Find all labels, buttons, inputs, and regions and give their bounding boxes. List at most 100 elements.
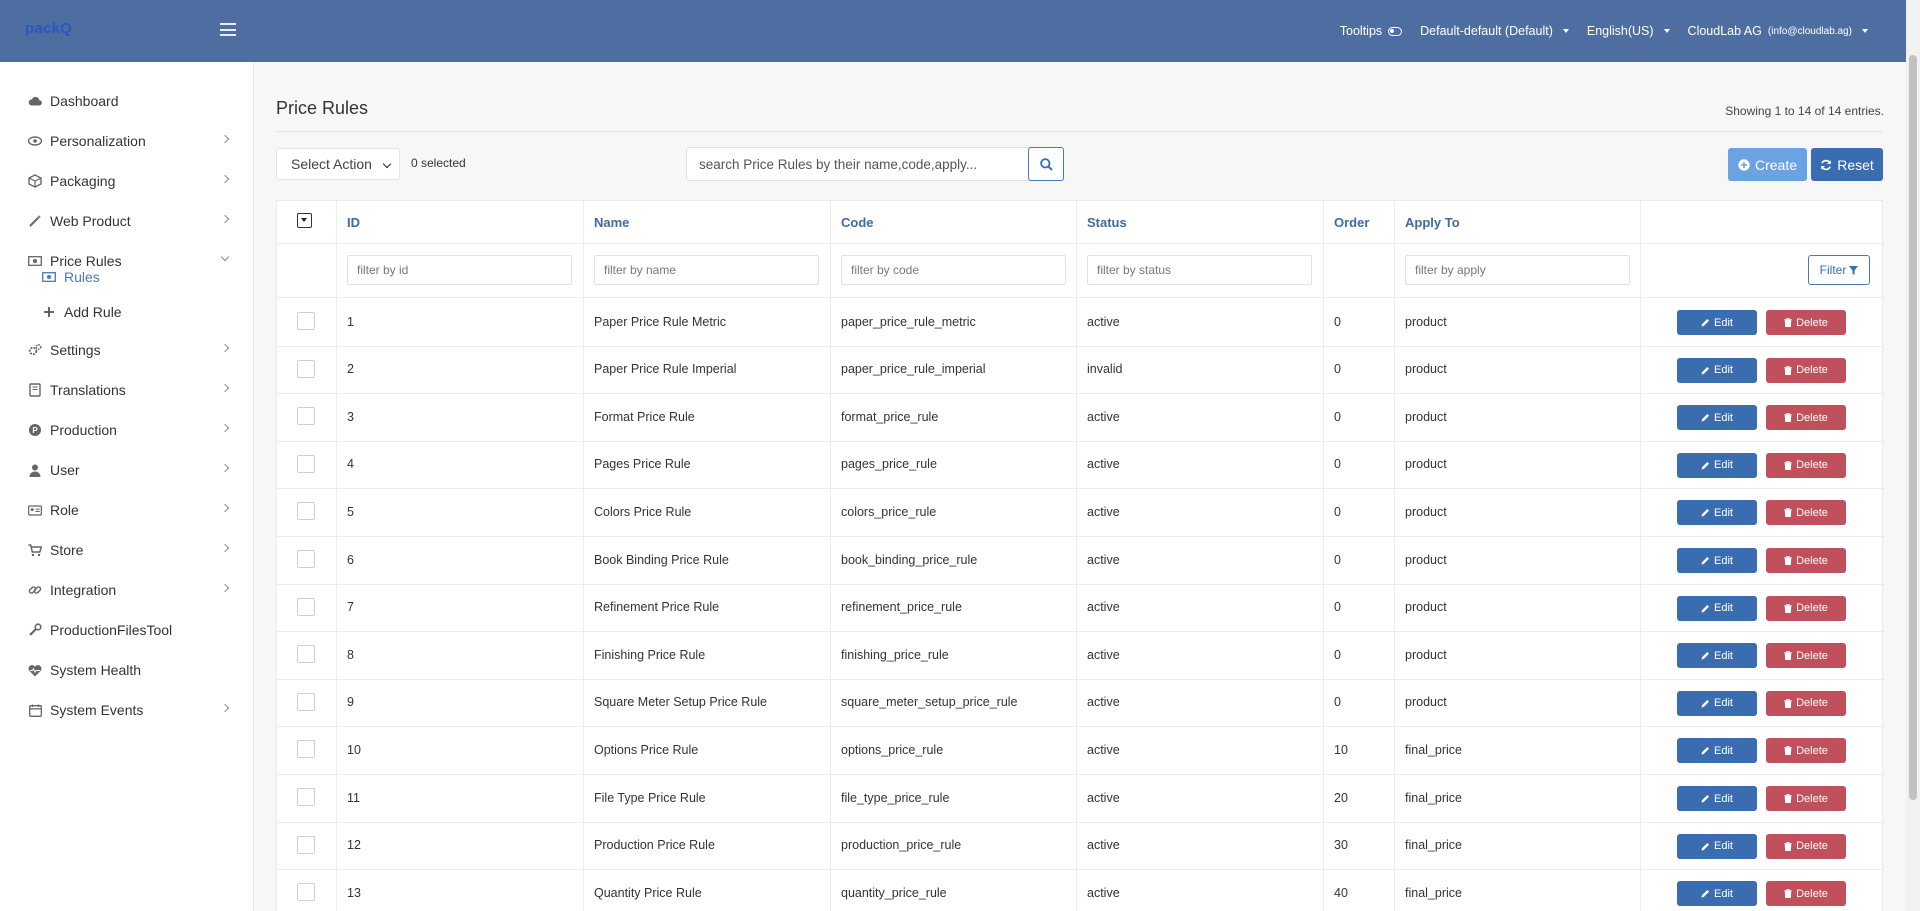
- sidebar-item-production-files-tool[interactable]: ProductionFilesTool: [0, 610, 254, 650]
- table-row: 3 Format Price Rule format_price_rule activ…: [277, 393, 1884, 441]
- row-checkbox[interactable]: [297, 692, 315, 711]
- column-header-status[interactable]: Status: [1087, 201, 1127, 243]
- row-checkbox[interactable]: [297, 788, 315, 806]
- delete-button[interactable]: Delete: [1766, 548, 1846, 573]
- delete-button[interactable]: Delete: [1766, 357, 1846, 383]
- sidebar-item-store[interactable]: Store: [0, 530, 254, 570]
- cell-name: Paper Price Rule Metric: [594, 314, 726, 329]
- filter-button[interactable]: Filter: [1808, 255, 1870, 285]
- edit-button[interactable]: Edit: [1677, 690, 1757, 716]
- cell-status: active: [1087, 600, 1120, 615]
- row-checkbox[interactable]: [297, 883, 315, 902]
- table-row: 6 Book Binding Price Rule book_binding_pri…: [277, 536, 1884, 584]
- box-icon: [28, 174, 42, 188]
- row-checkbox[interactable]: [297, 407, 315, 426]
- store-selector[interactable]: Default-default (Default): [1420, 24, 1569, 38]
- filter-id-input[interactable]: filter by id: [347, 255, 572, 285]
- column-header-code[interactable]: Code: [841, 201, 874, 243]
- row-checkbox[interactable]: [297, 312, 315, 330]
- row-checkbox[interactable]: [297, 645, 315, 664]
- sidebar-item-system-health[interactable]: System Health: [0, 650, 254, 690]
- account-menu[interactable]: CloudLab AG (info@cloudlab.ag): [1688, 24, 1868, 38]
- row-checkbox[interactable]: [297, 835, 315, 854]
- reset-button[interactable]: Reset: [1811, 148, 1883, 181]
- row-checkbox[interactable]: [297, 597, 315, 616]
- edit-button[interactable]: Edit: [1677, 405, 1757, 431]
- row-checkbox[interactable]: [297, 550, 315, 568]
- delete-button[interactable]: Delete: [1766, 500, 1846, 526]
- edit-button[interactable]: Edit: [1677, 595, 1757, 621]
- delete-button[interactable]: Delete: [1766, 643, 1846, 669]
- delete-button[interactable]: Delete: [1766, 738, 1846, 764]
- pencil-icon: [1701, 604, 1710, 613]
- delete-button[interactable]: Delete: [1766, 690, 1846, 716]
- row-checkbox[interactable]: [297, 359, 315, 378]
- cell-status: active: [1087, 742, 1120, 757]
- pencil-icon: [1701, 795, 1710, 803]
- filter-code-input[interactable]: filter by code: [841, 255, 1066, 285]
- cell-code: colors_price_rule: [841, 504, 937, 519]
- page-scrollbar[interactable]: [1906, 0, 1920, 911]
- edit-button[interactable]: Edit: [1677, 881, 1757, 907]
- sidebar-item-system-events[interactable]: System Events: [0, 690, 254, 730]
- search-button[interactable]: [1028, 147, 1064, 181]
- edit-button[interactable]: Edit: [1677, 786, 1757, 811]
- sidebar-item-role[interactable]: Role: [0, 490, 254, 530]
- column-header-name[interactable]: Name: [594, 201, 629, 243]
- delete-button[interactable]: Delete: [1766, 786, 1846, 811]
- delete-button[interactable]: Delete: [1766, 405, 1846, 431]
- production-icon: P: [28, 423, 42, 437]
- search-input[interactable]: search Price Rules by their name,code,ap…: [686, 147, 1032, 181]
- create-button[interactable]: Create: [1728, 148, 1807, 181]
- row-checkbox[interactable]: [297, 454, 315, 473]
- row-checkbox[interactable]: [297, 740, 315, 759]
- cell-code: pages_price_rule: [841, 457, 937, 472]
- delete-button[interactable]: Delete: [1766, 595, 1846, 621]
- sidebar-item-packaging[interactable]: Packaging: [0, 161, 254, 201]
- sidebar-item-integration[interactable]: Integration: [0, 570, 254, 610]
- sidebar-item-user[interactable]: User: [0, 450, 254, 490]
- pencil-icon: [1701, 461, 1710, 470]
- divider: [276, 131, 1882, 132]
- column-header-order[interactable]: Order: [1334, 201, 1369, 243]
- column-header-id[interactable]: ID: [347, 201, 360, 243]
- sidebar-item-translations[interactable]: Translations: [0, 370, 254, 410]
- filter-apply-input[interactable]: filter by apply: [1405, 255, 1630, 285]
- language-selector[interactable]: English(US): [1587, 24, 1670, 38]
- sidebar-subitem-rules[interactable]: Rules: [0, 260, 254, 294]
- edit-button[interactable]: Edit: [1677, 310, 1757, 335]
- column-header-apply-to[interactable]: Apply To: [1405, 201, 1460, 243]
- cell-id: 10: [347, 742, 361, 757]
- sidebar-item-personalization[interactable]: Personalization: [0, 121, 254, 161]
- edit-button[interactable]: Edit: [1677, 643, 1757, 669]
- edit-button[interactable]: Edit: [1677, 357, 1757, 383]
- app-logo[interactable]: packQ: [25, 20, 72, 37]
- scrollbar-thumb[interactable]: [1909, 55, 1917, 800]
- select-action-dropdown[interactable]: Select Action: [276, 148, 400, 180]
- sidebar-item-settings[interactable]: Settings: [0, 330, 254, 370]
- edit-button[interactable]: Edit: [1677, 452, 1757, 478]
- row-checkbox[interactable]: [297, 502, 315, 521]
- sidebar-item-dashboard[interactable]: Dashboard: [0, 81, 254, 121]
- plus-icon: [42, 306, 56, 318]
- select-all-checkbox[interactable]: [297, 213, 312, 228]
- delete-button[interactable]: Delete: [1766, 833, 1846, 859]
- menu-toggle-icon[interactable]: [220, 23, 236, 36]
- refresh-icon: [1821, 159, 1832, 170]
- sidebar-subitem-add-rule[interactable]: Add Rule: [0, 295, 254, 329]
- sidebar-item-production[interactable]: P Production: [0, 410, 254, 450]
- delete-button[interactable]: Delete: [1766, 310, 1846, 335]
- tooltips-toggle[interactable]: Tooltips: [1340, 24, 1403, 38]
- edit-button[interactable]: Edit: [1677, 738, 1757, 764]
- delete-button[interactable]: Delete: [1766, 881, 1846, 907]
- filter-status-input[interactable]: filter by status: [1087, 255, 1312, 285]
- edit-button[interactable]: Edit: [1677, 500, 1757, 526]
- edit-button[interactable]: Edit: [1677, 548, 1757, 573]
- edit-button[interactable]: Edit: [1677, 833, 1757, 859]
- delete-button[interactable]: Delete: [1766, 452, 1846, 478]
- chevron-right-icon: [220, 543, 230, 553]
- row-divider: [277, 243, 1884, 244]
- filter-name-input[interactable]: filter by name: [594, 255, 819, 285]
- chevron-down-icon: [1663, 29, 1670, 33]
- sidebar-item-web-product[interactable]: Web Product: [0, 201, 254, 241]
